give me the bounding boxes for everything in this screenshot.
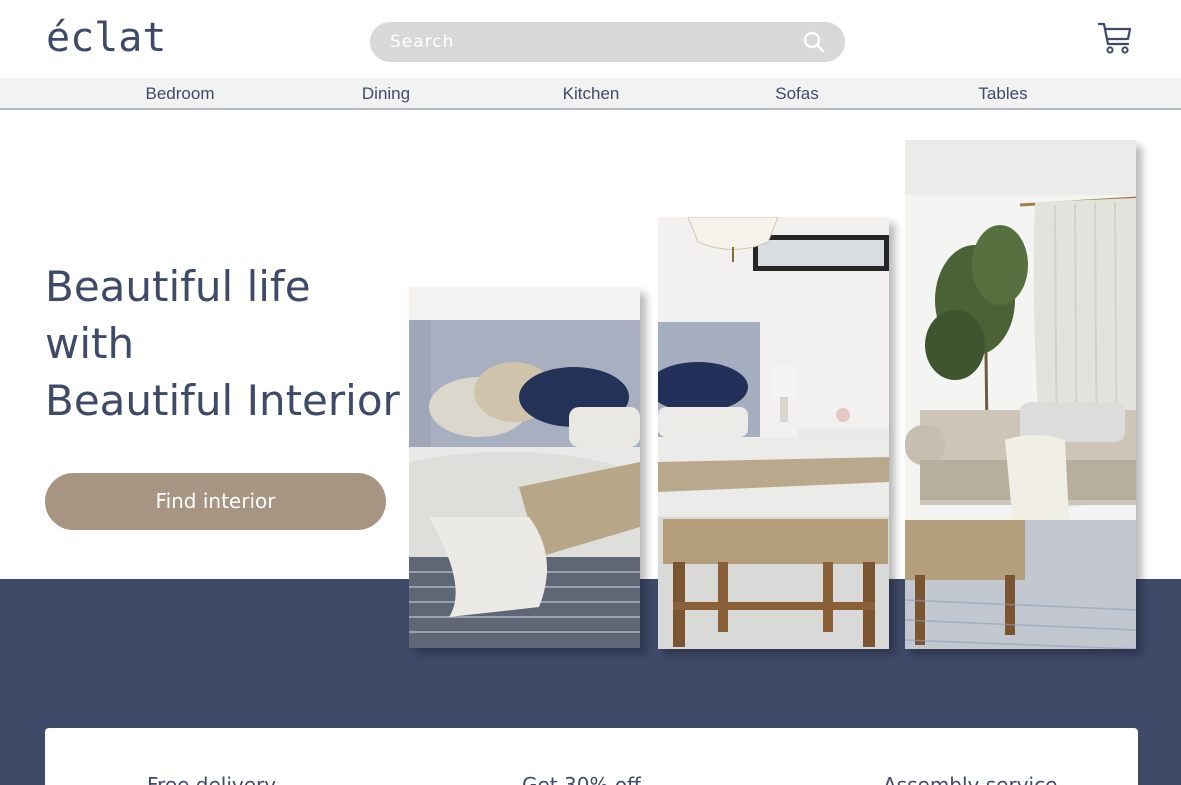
hero-title-line: Beautiful Interior — [45, 376, 400, 425]
nav-item-tables[interactable]: Tables — [978, 78, 1027, 108]
find-interior-button[interactable]: Find interior — [45, 473, 386, 530]
search-bar[interactable] — [370, 22, 845, 62]
category-nav: Bedroom Dining Kitchen Sofas Tables — [0, 78, 1181, 110]
hero-title-line: Beautiful life — [45, 262, 311, 311]
bedroom-bench-photo[interactable] — [658, 217, 889, 649]
hero-title-line: with — [45, 319, 135, 368]
hero-title: Beautiful life with Beautiful Interior — [45, 258, 400, 429]
search-input[interactable] — [370, 22, 790, 62]
living-room-photo[interactable] — [905, 140, 1136, 649]
brand-logo[interactable]: éclat — [46, 12, 166, 64]
nav-item-dining[interactable]: Dining — [362, 78, 410, 108]
nav-item-sofas[interactable]: Sofas — [775, 78, 818, 108]
feature-free-delivery: Free delivery — [147, 773, 277, 785]
bedroom-photo[interactable] — [409, 287, 640, 648]
feature-assembly-service: Assembly service — [883, 773, 1058, 785]
feature-discount: Get 30% off — [522, 773, 641, 785]
nav-item-bedroom[interactable]: Bedroom — [146, 78, 215, 108]
nav-item-kitchen[interactable]: Kitchen — [563, 78, 620, 108]
search-icon[interactable] — [802, 30, 826, 54]
features-card: Free delivery Get 30% off Assembly servi… — [45, 728, 1138, 785]
cart-icon[interactable] — [1097, 20, 1133, 56]
site-header: éclat — [0, 0, 1181, 78]
